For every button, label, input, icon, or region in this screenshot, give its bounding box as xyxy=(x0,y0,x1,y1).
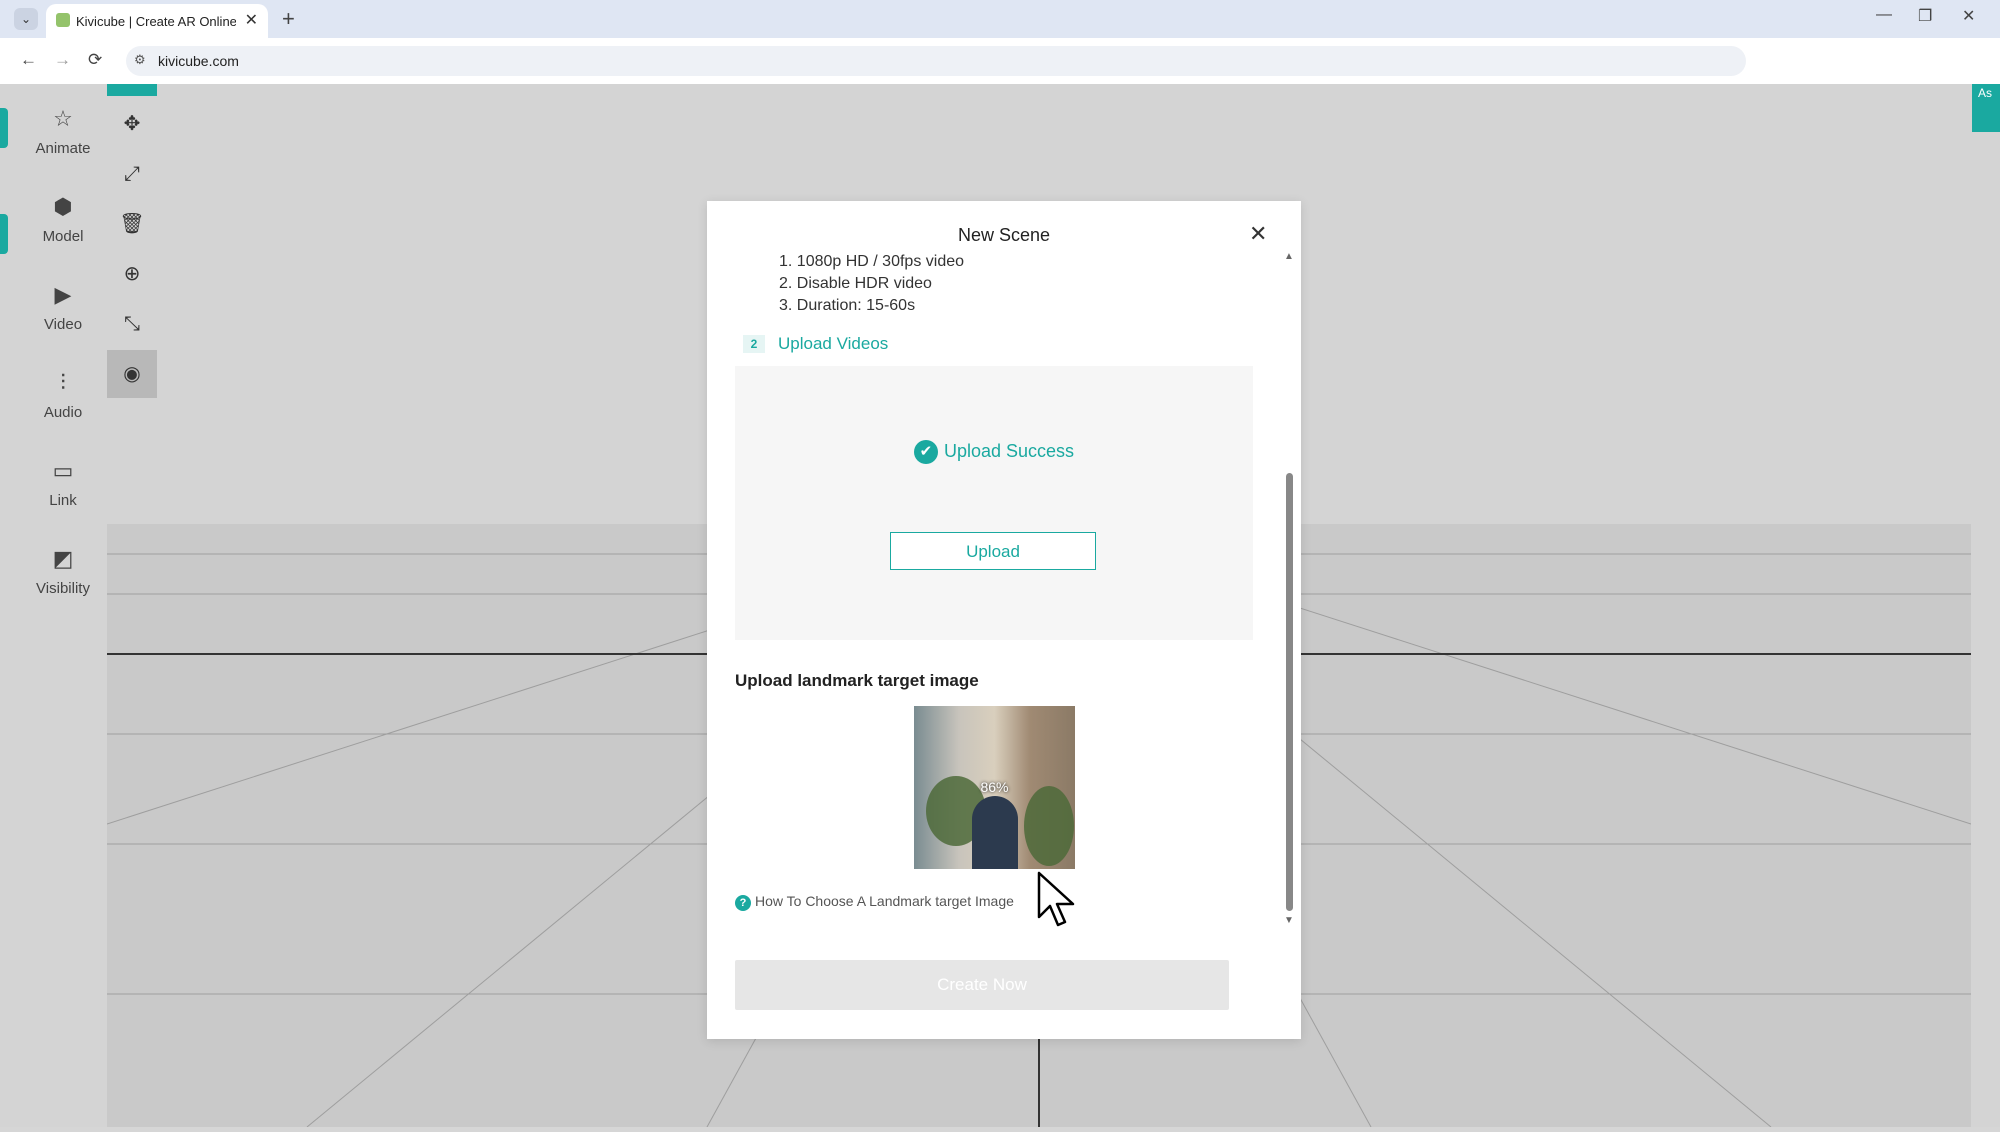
close-icon[interactable]: ✕ xyxy=(1249,221,1267,247)
modal-scrollbar[interactable]: ▲ ▼ xyxy=(1283,251,1295,931)
upload-success-status: ✔ Upload Success xyxy=(735,440,1253,464)
animate-icon: ☆ xyxy=(53,106,73,131)
visibility-icon: ◩ xyxy=(52,546,74,571)
side-accent-bar xyxy=(0,108,8,148)
move-tool-icon[interactable]: ✥ xyxy=(107,100,157,148)
sidebar-item-model[interactable]: ⬢ Model xyxy=(26,194,100,245)
scroll-up-icon[interactable]: ▲ xyxy=(1284,251,1294,262)
upload-button[interactable]: Upload xyxy=(890,532,1096,570)
audio-icon: ⫶ xyxy=(60,370,66,395)
preview-eye-icon[interactable]: ◉ xyxy=(107,350,157,398)
link-icon: ▭ xyxy=(52,458,74,483)
sidebar-item-animate[interactable]: ☆ Animate xyxy=(26,106,100,157)
landmark-help-link[interactable]: ? How To Choose A Landmark target Image xyxy=(735,893,1014,911)
model-icon: ⬢ xyxy=(53,194,73,219)
sidebar-item-label: Video xyxy=(43,316,83,333)
thumb-foliage xyxy=(1024,786,1074,866)
new-tab-button[interactable]: + xyxy=(282,6,295,32)
tab-title: Kivicube | Create AR Online - xyxy=(76,14,236,29)
browser-tab[interactable]: Kivicube | Create AR Online - ✕ xyxy=(46,4,268,38)
sidebar-item-label: Animate xyxy=(35,140,91,157)
landmark-thumbnail[interactable]: 86% xyxy=(914,706,1075,869)
site-info-icon[interactable]: ⚙ xyxy=(134,52,146,68)
sidebar-item-link[interactable]: ▭ Link xyxy=(26,458,100,509)
sidebar-item-visibility[interactable]: ◩ Visibility xyxy=(26,546,100,597)
upload-success-text: Upload Success xyxy=(943,440,1075,461)
requirement-item: 3. Duration: 15-60s xyxy=(779,297,916,314)
requirement-item: 1. 1080p HD / 30fps video xyxy=(779,253,965,270)
reload-button[interactable]: ⟳ xyxy=(88,50,102,70)
upload-progress-text: 86% xyxy=(980,779,1009,795)
url-text: kivicube.com xyxy=(158,53,239,69)
minimize-button[interactable]: — xyxy=(1876,6,1892,24)
thumb-door xyxy=(972,796,1018,869)
favicon-icon xyxy=(56,13,70,27)
target-tool-icon[interactable]: ⊕ xyxy=(107,250,157,298)
sidebar-item-video[interactable]: ▶ Video xyxy=(26,282,100,333)
scale-tool-icon[interactable]: ⤢ xyxy=(107,150,157,198)
new-scene-modal: New Scene ✕ 1. 1080p HD / 30fps video 2.… xyxy=(707,201,1301,1039)
forward-button[interactable]: → xyxy=(54,50,71,70)
mouse-cursor-icon xyxy=(1037,871,1075,927)
scrollbar-thumb[interactable] xyxy=(1286,473,1293,911)
requirement-item: 2. Disable HDR video xyxy=(779,275,932,292)
tab-list-button[interactable]: ⌄ xyxy=(14,8,38,30)
delete-tool-icon[interactable]: 🗑 xyxy=(107,200,157,248)
step-number-badge: 2 xyxy=(743,335,765,353)
left-panel: ☆ Animate ⬢ Model ▶ Video ⫶ Audio ▭ Link… xyxy=(0,84,107,1127)
scroll-down-icon[interactable]: ▼ xyxy=(1284,915,1294,926)
help-icon: ? xyxy=(735,895,751,911)
landmark-heading: Upload landmark target image xyxy=(735,671,979,690)
address-bar[interactable]: ⚙ kivicube.com xyxy=(126,46,1746,76)
video-upload-area[interactable]: ✔ Upload Success Upload xyxy=(735,366,1253,640)
modal-title: New Scene xyxy=(957,225,1051,245)
sidebar-item-label: Model xyxy=(42,228,84,245)
check-circle-icon: ✔ xyxy=(913,440,938,464)
sidebar-item-label: Audio xyxy=(43,404,83,421)
back-button[interactable]: ← xyxy=(20,50,37,70)
right-edge-badge[interactable]: As xyxy=(1972,84,2000,132)
restore-button[interactable]: ❐ xyxy=(1918,6,1932,26)
tool-column: ✥ ⤢ 🗑 ⊕ ⤡ ◉ xyxy=(107,84,157,404)
help-link-text: How To Choose A Landmark target Image xyxy=(755,893,1014,909)
tab-close-button[interactable]: ✕ xyxy=(245,10,258,30)
create-now-button[interactable]: Create Now xyxy=(735,960,1229,1010)
sidebar-item-label: Visibility xyxy=(36,580,90,597)
browser-toolbar: ← → ⟳ ⚙ kivicube.com xyxy=(0,38,2000,84)
sidebar-item-audio[interactable]: ⫶ Audio xyxy=(26,370,100,421)
sidebar-item-label: Link xyxy=(49,492,77,509)
window-close-button[interactable]: ✕ xyxy=(1962,6,1975,26)
upload-videos-heading: Upload Videos xyxy=(778,334,889,353)
fit-tool-icon[interactable]: ⤡ xyxy=(107,300,157,348)
side-accent-bar xyxy=(0,214,8,254)
video-icon: ▶ xyxy=(54,282,72,307)
browser-titlebar: ⌄ Kivicube | Create AR Online - ✕ + — ❐ … xyxy=(0,0,2000,38)
